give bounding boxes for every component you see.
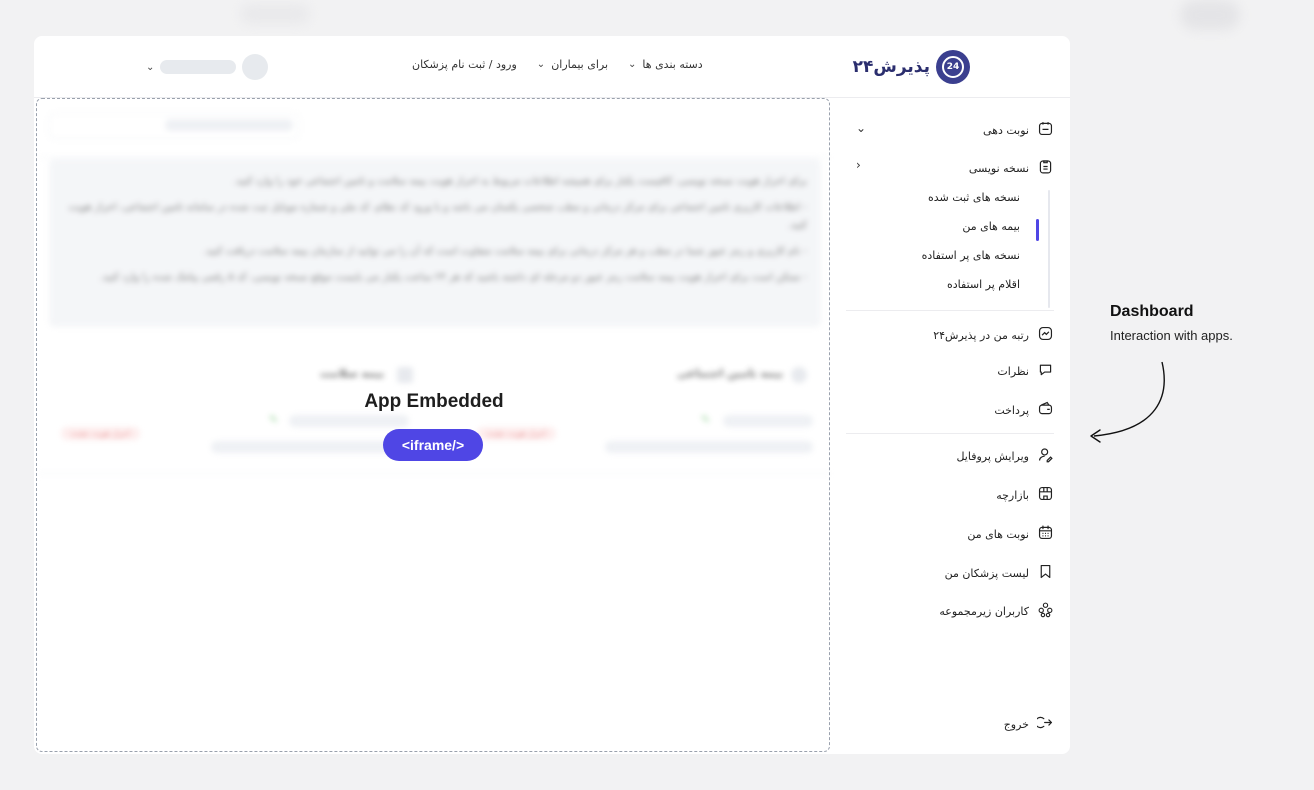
logo-text: پذیرش۲۴ [852,57,930,77]
annotation-arrow-icon [1090,361,1165,443]
auth-notice: برای احراز هویت نسخه نویسی، کافیست یکبار… [49,159,821,327]
chevron-down-icon: ⌄ [536,59,546,70]
status-badge: احراز هویت نشده [477,427,556,440]
sub-item-registered-prescriptions[interactable]: نسخه های ثبت شده [928,191,1020,204]
sub-item-frequent-prescriptions[interactable]: نسخه های پر استفاده [922,249,1020,262]
chevron-down-icon: ⌄ [146,61,155,73]
sidebar-item-my-appointments[interactable]: نوبت های من [967,523,1054,545]
embedded-content-blurred: برای احراز هویت نسخه نویسی، کافیست یکبار… [37,99,831,751]
avatar [242,54,269,80]
sidebar-item-edit-profile[interactable]: ویرایش پروفایل [956,445,1054,467]
logo[interactable]: 24 پذیرش۲۴ [853,50,970,84]
submenu-active-indicator [1036,219,1039,241]
sub-item-frequent-items[interactable]: اقلام پر استفاده [947,278,1020,291]
divider [846,433,1054,434]
sidebar-item-appointments[interactable]: نوبت دهی [983,119,1054,141]
insurance-title-health: بیمه سلامت [320,367,385,380]
sidebar-item-payment[interactable]: پرداخت [994,399,1054,421]
sidebar-item-prescription[interactable]: نسخه نویسی [969,157,1054,179]
user-edit-icon [1037,446,1054,466]
logo-badge-icon: 24 [936,50,970,84]
select-text-placeholder [165,119,293,131]
shield-icon [791,367,807,383]
field-placeholder [723,415,813,427]
status-badge: احراز هویت نشده [61,427,140,440]
main-nav: دسته بندی ها ⌄ برای بیماران ⌄ ورود / ثبت… [412,58,703,71]
nav-doctor-login[interactable]: ورود / ثبت نام پزشکان [412,58,517,71]
nav-patients[interactable]: برای بیماران ⌄ [537,58,608,71]
shop-icon [1037,485,1054,505]
calendar-grid-icon [1037,524,1054,544]
chevron-down-icon[interactable]: ⌄ [856,121,866,135]
embed-title: App Embedded [364,391,504,412]
background-blur [1180,0,1240,30]
sidebar: نوبت دهی ⌄ نسخه نویسی ‹ نسخه های ثبت شده… [834,98,1070,754]
field-placeholder [605,441,813,453]
sidebar-item-comments[interactable]: نظرات [997,360,1054,382]
bookmark-icon [1037,563,1054,583]
qr-icon [397,367,413,383]
nav-categories[interactable]: دسته بندی ها ⌄ [628,58,703,71]
sidebar-item-shop[interactable]: بازارچه [996,484,1054,506]
divider [37,157,831,158]
chart-icon [1037,325,1054,345]
clipboard-icon [1037,158,1054,178]
sidebar-item-ranking[interactable]: رتبه من در پذیرش۲۴ [933,324,1054,346]
field-placeholder [211,441,411,453]
background-blur [240,4,310,24]
sidebar-item-sub-users[interactable]: کاربران زیرمجموعه [939,600,1054,622]
edit-icon: ✎ [701,413,711,426]
app-window: 24 پذیرش۲۴ دسته بندی ها ⌄ برای بیماران ⌄… [34,36,1070,754]
sidebar-item-my-doctors[interactable]: لیست پزشکان من [945,562,1054,584]
users-icon [1037,601,1054,621]
chevron-left-icon[interactable]: ‹ [856,158,861,172]
submenu-track [1048,190,1050,308]
annotation-title: Dashboard [1110,303,1194,320]
sidebar-logout[interactable]: خروج [1004,713,1054,735]
divider [37,473,831,474]
divider [846,310,1054,311]
edit-icon: ✎ [269,413,279,426]
calendar-icon [1037,120,1054,140]
insurance-title-social: بیمه تامین اجتماعی [677,367,784,380]
iframe-button[interactable]: <iframe/> [383,429,483,461]
username-placeholder [160,60,237,74]
comment-icon [1037,361,1054,381]
wallet-icon [1037,400,1054,420]
logout-icon [1034,714,1054,734]
embedded-app-frame[interactable]: برای احراز هویت نسخه نویسی، کافیست یکبار… [36,98,831,752]
field-placeholder [289,415,409,427]
chevron-down-icon: ⌄ [628,59,637,70]
sub-item-my-insurances[interactable]: بیمه های من [962,220,1020,233]
top-header: 24 پذیرش۲۴ دسته بندی ها ⌄ برای بیماران ⌄… [34,36,1070,98]
annotation-subtitle: Interaction with apps. [1110,328,1233,343]
user-menu[interactable]: ⌄ [146,54,269,80]
